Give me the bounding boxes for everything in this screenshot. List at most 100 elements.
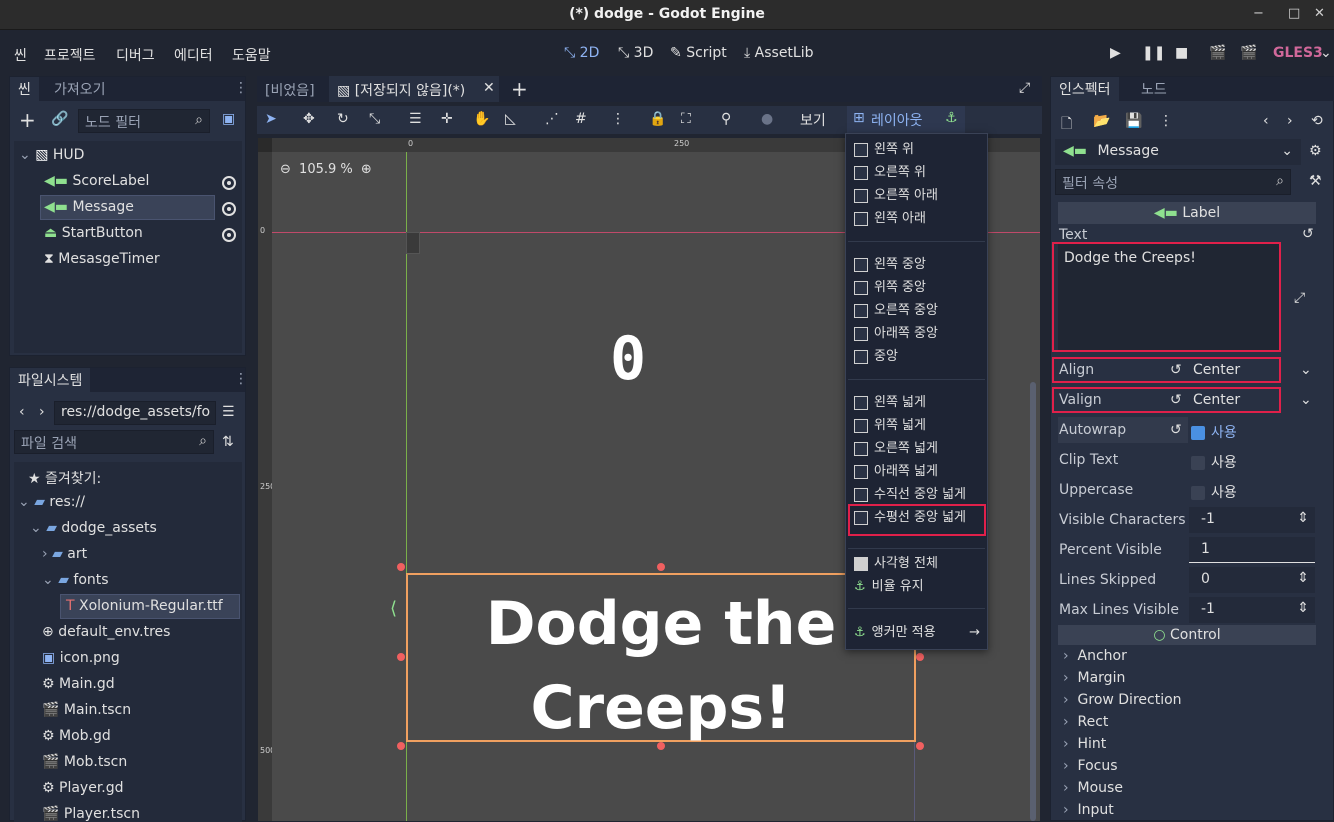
expand-icon[interactable]: ⤢	[1294, 290, 1305, 306]
add-node-icon[interactable]: +	[19, 110, 36, 130]
folder-res[interactable]: ⌄ ▰ res://	[18, 494, 85, 510]
pan-tool-icon[interactable]: ✋	[473, 111, 490, 127]
node-selector[interactable]: ◀▬ Message ⌄	[1055, 139, 1301, 165]
menu-item-bottom-right[interactable]: 오른쪽 아래	[854, 186, 938, 206]
resize-handle[interactable]	[397, 653, 405, 661]
node-filter-input[interactable]: 노드 필터 ⌕	[78, 109, 210, 133]
favorites-item[interactable]: ★ 즐겨찾기:	[28, 468, 101, 488]
menu-item-bottom-wide[interactable]: 아래쪽 넓게	[854, 462, 938, 482]
valign-select[interactable]: Center	[1193, 392, 1240, 408]
history-back-icon[interactable]: ‹	[1263, 113, 1269, 129]
chevron-down-icon[interactable]: ⌄	[1320, 45, 1332, 61]
file-player-gd[interactable]: ⚙ Player.gd	[42, 780, 124, 796]
zoom-in-icon[interactable]: ⊕	[361, 162, 372, 177]
tab-inspector[interactable]: 인스펙터	[1051, 77, 1119, 101]
ruler-tool-icon[interactable]: ◺	[505, 111, 516, 127]
resize-handle[interactable]	[657, 563, 665, 571]
visibility-eye-icon[interactable]	[222, 228, 236, 242]
play-icon[interactable]: ▶	[1110, 45, 1121, 61]
uppercase-checkbox[interactable]: 사용	[1191, 482, 1237, 502]
tree-item-message[interactable]: ◀▬ Message	[44, 199, 134, 215]
menu-item-center-left[interactable]: 왼쪽 중앙	[854, 255, 926, 275]
tools-icon[interactable]: ⚒	[1309, 173, 1322, 189]
instance-scene-icon[interactable]: ▣	[222, 111, 235, 127]
maximize-button[interactable]: □	[1288, 6, 1300, 21]
menu-item-keep-ratio[interactable]: ⚓ 비율 유지	[854, 577, 924, 597]
file-mob-gd[interactable]: ⚙ Mob.gd	[42, 728, 111, 744]
mode-3d-button[interactable]: ⤡ 3D	[618, 45, 653, 61]
save-icon[interactable]: 💾	[1125, 113, 1142, 129]
class-header-label[interactable]: ◀▬ Label	[1058, 202, 1316, 224]
view-menu[interactable]: 보기	[800, 110, 826, 130]
file-default-env[interactable]: ⊕ default_env.tres	[42, 624, 170, 640]
back-icon[interactable]: ‹	[19, 404, 25, 420]
scale-tool-icon[interactable]: ⤡	[369, 111, 380, 127]
file-main-tscn[interactable]: 🎬 Main.tscn	[42, 702, 131, 718]
menu-item-vcenter-wide[interactable]: 수직선 중앙 넓게	[854, 485, 966, 505]
renderer-select[interactable]: GLES3	[1273, 45, 1323, 61]
menu-project[interactable]: 프로젝트	[44, 45, 96, 65]
revert-icon[interactable]: ↺	[1170, 422, 1182, 438]
open-folder-icon[interactable]: 📂	[1093, 113, 1110, 129]
section-margin[interactable]: › Margin	[1063, 670, 1125, 686]
tree-item-scorelabel[interactable]: ◀▬ ScoreLabel	[44, 173, 149, 189]
file-xolonium[interactable]: T Xolonium-Regular.ttf	[66, 598, 223, 614]
lines-skipped-spinbox[interactable]: 0 ⇕	[1189, 567, 1315, 593]
menu-item-top-right[interactable]: 오른쪽 위	[854, 163, 926, 183]
cliptext-checkbox[interactable]: 사용	[1191, 452, 1237, 472]
chevron-down-icon[interactable]: ⌄	[1300, 392, 1312, 408]
new-resource-icon[interactable]: 🗋	[1061, 113, 1072, 137]
path-field[interactable]: res://dodge_assets/fo	[54, 401, 216, 425]
visibility-eye-icon[interactable]	[222, 176, 236, 190]
section-input[interactable]: › Input	[1063, 802, 1114, 818]
more-icon[interactable]: ⋮	[611, 111, 625, 127]
folder-dodge-assets[interactable]: ⌄ ▰ dodge_assets	[30, 520, 157, 536]
tree-item-mesasgetimer[interactable]: ⧗ MesasgeTimer	[44, 251, 160, 267]
tab-unsaved[interactable]: ▧ [저장되지 않음](*) ✕	[329, 76, 499, 102]
chevron-down-icon[interactable]: ⌄	[1300, 362, 1312, 378]
minimize-button[interactable]: −	[1253, 6, 1264, 21]
more-icon[interactable]: ⋮	[1159, 113, 1173, 129]
zoom-level[interactable]: 105.9 %	[299, 162, 353, 177]
percent-visible-slider[interactable]: 1	[1189, 537, 1315, 563]
object-properties-icon[interactable]: ⚙	[1309, 143, 1322, 159]
menu-item-center-bottom[interactable]: 아래쪽 중앙	[854, 324, 938, 344]
section-rect[interactable]: › Rect	[1063, 714, 1108, 730]
mode-2d-button[interactable]: ⤡ 2D	[564, 45, 599, 61]
file-mob-tscn[interactable]: 🎬 Mob.tscn	[42, 754, 127, 770]
class-header-control[interactable]: ○ Control	[1058, 625, 1316, 645]
zoom-out-icon[interactable]: ⊖	[280, 162, 291, 177]
resize-handle[interactable]	[916, 742, 924, 750]
tab-node[interactable]: 노드	[1133, 77, 1175, 101]
resize-handle[interactable]	[916, 653, 924, 661]
menu-scene[interactable]: 씬	[14, 45, 27, 65]
property-filter-input[interactable]: 필터 속성 ⌕	[1055, 169, 1291, 195]
viewport-scrollbar[interactable]	[1030, 382, 1036, 821]
menu-item-right-wide[interactable]: 오른쪽 넓게	[854, 439, 938, 459]
tab-import[interactable]: 가져오기	[46, 77, 114, 101]
revert-icon[interactable]: ↺	[1170, 362, 1182, 378]
align-select[interactable]: Center	[1193, 362, 1240, 378]
file-search-input[interactable]: 파일 검색 ⌕	[14, 430, 214, 454]
tree-item-startbutton[interactable]: ⏏ StartButton	[44, 225, 143, 241]
forward-icon[interactable]: ›	[39, 404, 45, 420]
anchor-handle-icon[interactable]: ⟨	[390, 598, 404, 628]
pivot-tool-icon[interactable]: ✛	[441, 111, 453, 127]
file-main-gd[interactable]: ⚙ Main.gd	[42, 676, 115, 692]
menu-item-anchors-only[interactable]: ⚓ 앵커만 적용 →	[854, 623, 980, 643]
tab-filesystem[interactable]: 파일시스템	[10, 368, 91, 392]
sort-icon[interactable]: ⇅	[222, 434, 234, 450]
lock-icon[interactable]: 🔒	[649, 111, 666, 127]
mode-script-button[interactable]: ✎ Script	[670, 45, 727, 61]
tab-empty[interactable]: [비었음]	[257, 76, 327, 102]
grid-snap-icon[interactable]: #	[575, 111, 587, 127]
history-forward-icon[interactable]: ›	[1287, 113, 1293, 129]
tab-scene[interactable]: 씬	[10, 77, 39, 101]
menu-item-center-top[interactable]: 위쪽 중앙	[854, 278, 926, 298]
menu-item-center[interactable]: 중앙	[854, 347, 898, 367]
section-focus[interactable]: › Focus	[1063, 758, 1118, 774]
play-scene-icon[interactable]: 🎬	[1209, 45, 1226, 61]
menu-item-left-wide[interactable]: 왼쪽 넓게	[854, 393, 926, 413]
history-icon[interactable]: ⟲	[1311, 113, 1323, 129]
resize-handle[interactable]	[397, 742, 405, 750]
